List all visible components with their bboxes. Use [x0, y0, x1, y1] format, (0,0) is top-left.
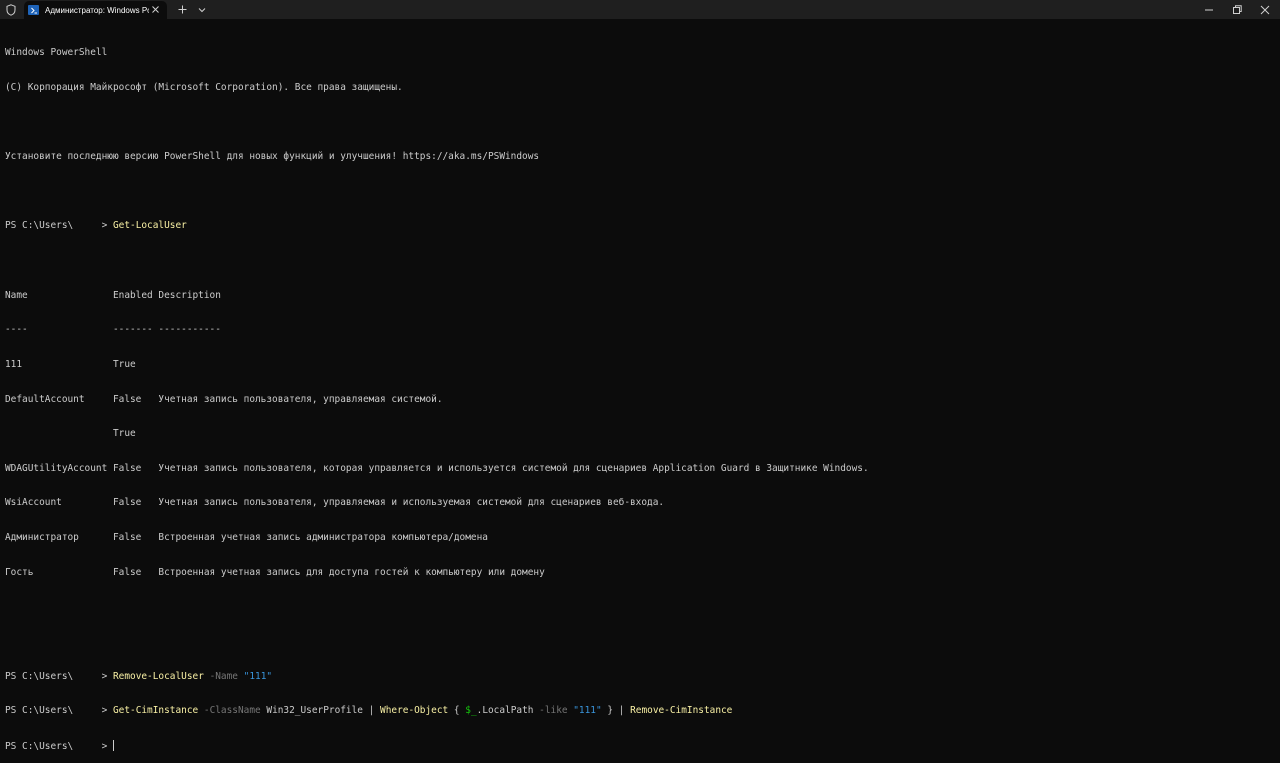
text-cursor: [112, 739, 114, 751]
plus-icon: [178, 5, 187, 14]
command-argument: {: [448, 705, 466, 717]
tab-powershell[interactable]: Администратор: Windows PowerShell: [24, 1, 167, 19]
header-line: Windows PowerShell: [5, 47, 108, 59]
empty-line: [5, 116, 1275, 128]
command-line: PS C:\Users\ > Remove-LocalUser -Name "1…: [5, 671, 1275, 683]
command-argument: } |: [601, 705, 631, 717]
active-command-line[interactable]: PS C:\Users\ >: [5, 739, 1275, 752]
minimize-icon: [1205, 9, 1213, 10]
command-name: Get-LocalUser: [112, 220, 187, 232]
table-row: WsiAccount False Учетная запись пользова…: [5, 497, 665, 509]
table-row: DefaultAccount False Учетная запись поль…: [5, 393, 443, 405]
string-value: "111": [573, 705, 602, 717]
minimize-button[interactable]: [1194, 0, 1224, 19]
command-name: Where-Object: [380, 705, 449, 717]
powershell-icon: [28, 5, 39, 15]
command-parameter: -like: [533, 705, 574, 717]
table-separator: ---- ------- -----------: [5, 324, 221, 336]
command-parameter: -ClassName: [198, 705, 267, 717]
close-icon: [152, 6, 159, 13]
command-parameter: -Name: [203, 670, 244, 682]
table-header: Name Enabled Description: [5, 289, 221, 301]
prompt: PS C:\Users\ >: [5, 705, 113, 717]
command-line: PS C:\Users\ > Get-CimInstance -ClassNam…: [5, 705, 1275, 717]
chevron-down-icon: [198, 7, 205, 12]
tab-title: Администратор: Windows PowerShell: [45, 5, 149, 15]
property-name: .LocalPath: [476, 705, 534, 717]
command-name: Remove-CimInstance: [630, 705, 733, 717]
command-line: PS C:\Users\ > Get-LocalUser: [5, 220, 1275, 232]
tab-dropdown-button[interactable]: [194, 2, 209, 17]
table-row: True: [5, 428, 136, 440]
string-value: "111": [243, 670, 273, 682]
update-notice-line: Установите последнюю версию PowerShell д…: [5, 151, 540, 163]
prompt: PS C:\Users\ >: [5, 220, 113, 232]
empty-line: [5, 255, 1275, 267]
table-row: 111 True: [5, 358, 136, 370]
copyright-line: (C) Корпорация Майкрософт (Microsoft Cor…: [5, 81, 403, 93]
table-row: Гость False Встроенная учетная запись дл…: [5, 566, 545, 578]
maximize-icon: [1233, 4, 1242, 14]
prompt: PS C:\Users\ >: [5, 740, 113, 752]
title-bar: Администратор: Windows PowerShell: [0, 0, 1280, 19]
shield-icon: [4, 2, 18, 17]
close-window-button[interactable]: [1250, 0, 1280, 19]
pipeline-variable: $_: [465, 705, 477, 717]
command-argument: Win32_UserProfile |: [266, 705, 381, 717]
empty-line: [5, 636, 1275, 648]
maximize-button[interactable]: [1222, 0, 1252, 19]
empty-line: [5, 601, 1275, 613]
terminal-output[interactable]: Windows PowerShell (C) Корпорация Майкро…: [5, 24, 1275, 752]
close-tab-button[interactable]: [150, 4, 161, 15]
prompt: PS C:\Users\ >: [5, 670, 113, 682]
command-name: Remove-LocalUser: [112, 670, 204, 682]
new-tab-button[interactable]: [175, 2, 190, 17]
table-row: WDAGUtilityAccount False Учетная запись …: [5, 462, 869, 474]
close-icon: [1260, 5, 1270, 14]
empty-line: [5, 186, 1275, 198]
command-name: Get-CimInstance: [112, 705, 199, 717]
table-row: Администратор False Встроенная учетная з…: [5, 532, 488, 544]
